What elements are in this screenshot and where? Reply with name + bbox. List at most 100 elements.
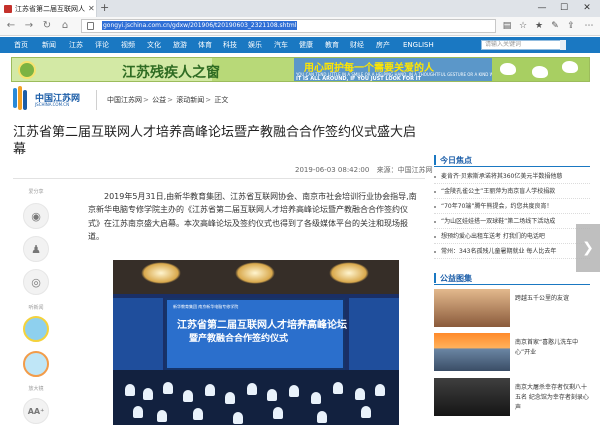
qq-share-icon[interactable]: ♟ [23, 236, 49, 262]
logo-domain: JSCHINA.COM.CN [35, 102, 70, 107]
nav-item[interactable]: 首页 [14, 37, 28, 53]
url-text: gongyi.jschina.com.cn/gdxw/201906/t20190… [102, 21, 298, 30]
site-search-input[interactable]: 请输入关键词 [481, 40, 561, 50]
home-icon[interactable]: ⌂ [58, 19, 72, 33]
nav-item[interactable]: 健康 [299, 37, 313, 53]
share-icon[interactable]: ⇪ [564, 19, 578, 33]
nav-item[interactable]: 财经 [350, 37, 364, 53]
gallery-thumbnail[interactable] [434, 378, 510, 416]
nav-item[interactable]: 视频 [121, 37, 135, 53]
breadcrumb: 中国江苏网> 公益> 滚动新闻> 正文 [107, 96, 229, 104]
maximize-icon[interactable]: ☐ [553, 0, 575, 17]
divider [13, 178, 425, 179]
nav-item[interactable]: 体育 [198, 37, 212, 53]
stage-screen: 新华教育集团 南京新华电脑专修学院 江苏省第二届互联网人才培养高峰论坛 暨产教融… [165, 298, 347, 370]
listen-label: 听新闻 [28, 305, 44, 311]
heading-bar [434, 273, 436, 283]
nav-item[interactable]: 新闻 [42, 37, 56, 53]
audience [113, 370, 399, 425]
next-arrow-icon[interactable]: ❯ [576, 224, 600, 272]
browser-tab[interactable]: 江苏省第二届互联网人才 ✕ [0, 0, 97, 17]
focus-news-item[interactable]: 麦肯齐·贝索斯承诺将其360亿美元半数捐他慈 [434, 170, 590, 184]
refresh-icon[interactable]: ↻ [40, 19, 54, 33]
article-date: 2019-06-03 08:42:00 [295, 166, 370, 174]
chandelier-icon [329, 262, 369, 284]
nav-item[interactable]: 科技 [223, 37, 237, 53]
gallery-caption[interactable]: 南京大屠杀幸存者仅剩八十五名 纪念馆为幸存者刻录心声 [515, 383, 591, 413]
close-tab-icon[interactable]: ✕ [88, 4, 95, 13]
logo-mark-icon [13, 86, 29, 112]
weibo-share-icon[interactable]: ◎ [23, 269, 49, 295]
focus-heading: 今日焦点 [434, 154, 590, 167]
breadcrumb-item[interactable]: 公益 [152, 96, 166, 104]
focus-news-item[interactable]: “为山区娃娃搭一双球鞋”第二场线下活动成 [434, 215, 590, 229]
address-bar: ← → ↻ ⌂ gongyi.jschina.com.cn/gdxw/20190… [0, 17, 600, 36]
minimize-icon[interactable]: — [531, 0, 553, 17]
site-nav: 首页 新闻 江苏 评论 视频 文化 旅游 体育 科技 娱乐 汽车 健康 教育 财… [0, 37, 600, 53]
nav-item[interactable]: 娱乐 [248, 37, 262, 53]
gallery-thumbnail[interactable] [434, 333, 510, 371]
site-favicon-icon [4, 4, 12, 13]
banner-ad[interactable]: 江苏残疾人之窗 用心呵护每一个需要关爱的人 YOU CAN TEND LITTL… [11, 57, 590, 82]
banner-logo-icon [18, 61, 36, 79]
banner-title: 江苏残疾人之窗 [122, 65, 220, 81]
banner-right-panel [492, 58, 589, 81]
gallery-thumbnail[interactable] [434, 289, 510, 327]
article-paragraph: 2019年5月31日,由新华教育集团、江苏省互联网协会、南京市社会培训行业协会指… [88, 192, 417, 241]
banner-slogan-panel: 用心呵护每一个需要关爱的人 YOU CAN TEND LITTLE IN A S… [294, 58, 503, 81]
nav-item[interactable]: 评论 [95, 37, 109, 53]
logo-divider [96, 90, 97, 110]
breadcrumb-item[interactable]: 中国江苏网 [107, 96, 142, 104]
chandelier-icon [141, 262, 181, 284]
gallery-caption[interactable]: 跨越五千公里的友谊 [515, 294, 591, 304]
search-button[interactable] [560, 40, 566, 50]
nav-item[interactable]: 教育 [325, 37, 339, 53]
listen-mascot-icon[interactable] [23, 316, 49, 342]
chandelier-icon [235, 262, 275, 284]
article-source[interactable]: 中国江苏网 [398, 166, 433, 174]
zoom-glyph: AA⁺ [27, 406, 45, 416]
reading-view-icon[interactable]: ▤ [500, 19, 514, 33]
gallery-title: 公益图集 [440, 274, 472, 283]
source-label: 来源： [376, 166, 398, 174]
back-icon[interactable]: ← [4, 19, 18, 33]
article-headline: 江苏省第二届互联网人才培养高峰论坛暨产教融合合作签约仪式盛大启幕 [13, 125, 417, 157]
screen-title-line1: 江苏省第二届互联网人才培养高峰论坛 [177, 320, 347, 331]
url-input[interactable]: gongyi.jschina.com.cn/gdxw/201906/t20190… [81, 19, 496, 33]
article-photo: 新华教育集团 南京新华电脑专修学院 江苏省第二届互联网人才培养高峰论坛 暨产教融… [113, 260, 399, 425]
favorite-star-icon[interactable]: ☆ [516, 19, 530, 33]
dove-icon [500, 63, 516, 75]
breadcrumb-item: 正文 [214, 96, 229, 104]
focus-news-item[interactable]: 想预约爱心出租车送考 打我们的电话吧 [434, 230, 590, 244]
screen-top-text: 新华教育集团 南京新华电脑专修学院 [173, 304, 239, 309]
tab-title: 江苏省第二届互联网人才 [15, 4, 85, 13]
wechat-share-icon[interactable]: ◉ [23, 203, 49, 229]
nav-item[interactable]: 江苏 [69, 37, 83, 53]
screen-title-line2: 暨产教融合合作签约仪式 [189, 334, 289, 344]
nav-item[interactable]: ENGLISH [403, 37, 434, 53]
pen-icon[interactable]: ✎ [548, 19, 562, 33]
dove-icon [562, 61, 578, 73]
font-zoom-button[interactable]: AA⁺ [23, 398, 49, 424]
focus-news-item[interactable]: “70年70端”腾午熊提会，约您共度良宵！ [434, 200, 590, 214]
focus-news-item[interactable]: 常州：343名孤残儿童暑期就业 每人比去年 [434, 245, 590, 259]
nav-item[interactable]: 文化 [147, 37, 161, 53]
breadcrumb-item[interactable]: 滚动新闻 [176, 96, 204, 104]
focus-news-item[interactable]: “金陵孔雀公主”王丽萍为南京盲人学校捐款 [434, 185, 590, 199]
listen-mascot-2-icon[interactable] [23, 351, 49, 377]
focus-title: 今日焦点 [440, 156, 472, 165]
close-window-icon[interactable]: ✕ [576, 0, 598, 17]
gallery-caption[interactable]: 南京首家“喜憨儿洗车中心”开业 [515, 338, 591, 358]
new-tab-button[interactable]: + [100, 1, 109, 14]
forward-icon[interactable]: → [22, 19, 36, 33]
stage-side-screen [113, 298, 163, 370]
more-menu-icon[interactable]: ⋯ [582, 19, 596, 33]
nav-item[interactable]: 旅游 [173, 37, 187, 53]
article-meta: 2019-06-03 08:42:00 来源：中国江苏网 [295, 165, 433, 175]
nav-item[interactable]: 房产 [376, 37, 390, 53]
lock-icon [87, 22, 94, 30]
share-label: 爱分享 [28, 189, 44, 195]
nav-item[interactable]: 汽车 [274, 37, 288, 53]
favorites-bar-icon[interactable]: ★ [532, 19, 546, 33]
site-logo[interactable]: 中国江苏网 JSCHINA.COM.CN [13, 86, 93, 118]
